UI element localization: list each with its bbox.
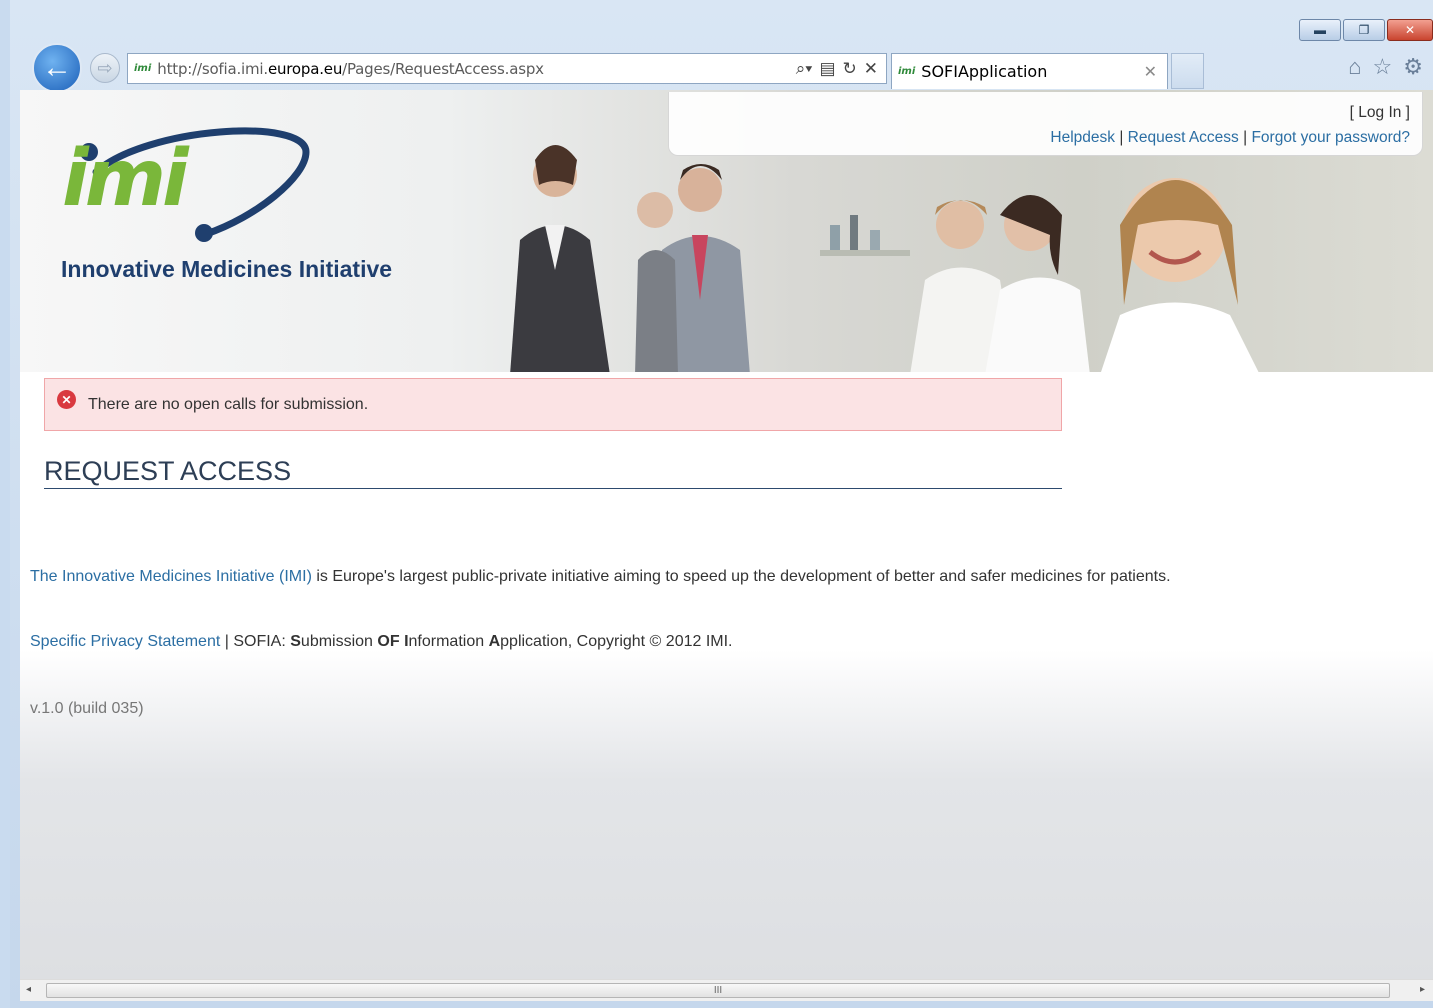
imi-link[interactable]: The Innovative Medicines Initiative (IMI… bbox=[30, 568, 312, 585]
horizontal-scrollbar[interactable]: ◂ III ▸ bbox=[20, 979, 1433, 1001]
page-viewport: imi Innovative Medicines Initiative [Lo… bbox=[20, 90, 1433, 980]
forgot-password-link[interactable]: Forgot your password? bbox=[1251, 129, 1410, 146]
footer-copyright: pplication, Copyright © 2012 IMI. bbox=[500, 633, 733, 650]
footer-nformation: nformation bbox=[408, 633, 489, 650]
search-icon[interactable]: ⌕▾ bbox=[796, 59, 813, 79]
logo-wordmark: imi bbox=[62, 134, 189, 224]
footer-separator: | SOFIA: bbox=[220, 633, 291, 650]
maximize-button[interactable]: ❐ bbox=[1343, 19, 1385, 41]
back-button[interactable]: ← bbox=[32, 43, 82, 93]
browser-tools: ⌂ ☆ ⚙ bbox=[1348, 54, 1423, 80]
intro-text: is Europe's largest public-private initi… bbox=[311, 568, 1171, 585]
refresh-icon[interactable]: ↻ bbox=[843, 59, 857, 79]
footer-line: Specific Privacy Statement | SOFIA: Subm… bbox=[30, 633, 733, 651]
tab-title: SOFIApplication bbox=[921, 62, 1048, 81]
new-tab-button[interactable] bbox=[1171, 53, 1204, 89]
top-links-panel: [ Log In ] Helpdesk | Request Access | F… bbox=[668, 92, 1423, 156]
minimize-button[interactable]: ▬ bbox=[1299, 19, 1341, 41]
scroll-right-icon[interactable]: ▸ bbox=[1420, 984, 1425, 995]
scrollbar-thumb[interactable]: III bbox=[46, 983, 1390, 998]
tab-favicon: imi bbox=[898, 66, 916, 77]
footer-a: A bbox=[488, 633, 501, 650]
forward-button[interactable]: ⇨ bbox=[90, 53, 120, 83]
header-links: Helpdesk | Request Access | Forgot your … bbox=[669, 125, 1410, 150]
close-window-button[interactable]: ✕ bbox=[1387, 19, 1433, 41]
favorites-star-icon[interactable]: ☆ bbox=[1373, 54, 1393, 80]
intro-paragraph: The Innovative Medicines Initiative (IMI… bbox=[30, 568, 1171, 586]
compat-icon[interactable]: ▤ bbox=[819, 59, 835, 79]
version-label: v.1.0 (build 035) bbox=[30, 700, 144, 717]
request-access-link[interactable]: Request Access bbox=[1128, 129, 1239, 146]
footer-ubmission: ubmission bbox=[300, 633, 378, 650]
browser-tab[interactable]: imi SOFIApplication ✕ bbox=[891, 53, 1168, 89]
home-icon[interactable]: ⌂ bbox=[1348, 54, 1361, 80]
footer-of: OF bbox=[377, 633, 400, 650]
page-title: REQUEST ACCESS bbox=[44, 454, 1062, 489]
site-favicon: imi bbox=[134, 63, 152, 74]
footer-s: S bbox=[290, 633, 301, 650]
site-banner: imi Innovative Medicines Initiative [Lo… bbox=[20, 90, 1433, 372]
privacy-statement-link[interactable]: Specific Privacy Statement bbox=[30, 633, 220, 650]
link-separator: | bbox=[1243, 129, 1248, 146]
gear-icon[interactable]: ⚙ bbox=[1403, 54, 1423, 80]
window-controls: ▬ ❐ ✕ bbox=[1299, 19, 1433, 41]
tab-close-icon[interactable]: ✕ bbox=[1144, 62, 1157, 82]
helpdesk-link[interactable]: Helpdesk bbox=[1050, 129, 1115, 146]
back-arrow-icon: ← bbox=[42, 51, 72, 84]
address-bar[interactable]: imi http://sofia.imi.europa.eu/Pages/Req… bbox=[127, 53, 887, 84]
logo-tagline: Innovative Medicines Initiative bbox=[61, 256, 393, 282]
banner-photo bbox=[510, 145, 1259, 372]
forward-arrow-icon: ⇨ bbox=[97, 57, 113, 78]
error-message: There are no open calls for submission. bbox=[88, 395, 369, 413]
error-alert: ✕ There are no open calls for submission… bbox=[44, 378, 1062, 431]
address-tools: ⌕▾ ▤ ↻ ✕ bbox=[796, 59, 886, 79]
link-separator: | bbox=[1119, 129, 1124, 146]
stop-icon[interactable]: ✕ bbox=[864, 59, 878, 79]
error-icon: ✕ bbox=[57, 390, 76, 409]
imi-logo[interactable]: imi bbox=[56, 122, 356, 242]
login-link[interactable]: [ Log In ] bbox=[669, 100, 1410, 125]
scroll-left-icon[interactable]: ◂ bbox=[26, 984, 31, 995]
url-text[interactable]: http://sofia.imi.europa.eu/Pages/Request… bbox=[157, 60, 544, 78]
